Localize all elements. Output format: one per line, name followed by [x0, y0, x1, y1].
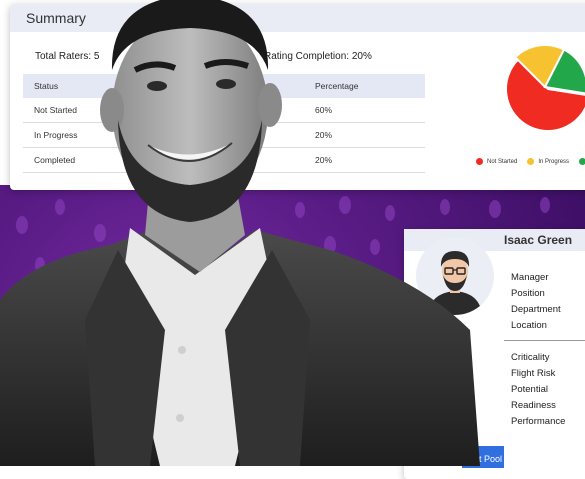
legend-dot-yellow-icon: [527, 158, 535, 165]
legend-label: In Progress: [538, 158, 570, 165]
field-readiness: Readiness: [511, 400, 556, 411]
field-position: Position: [511, 288, 545, 299]
field-criticality: Criticality: [511, 352, 550, 363]
legend-dot-green-icon: [579, 158, 585, 165]
field-performance: Performance: [511, 416, 566, 427]
field-location: Location: [511, 320, 547, 331]
field-manager: Manager: [511, 272, 549, 283]
divider: [504, 340, 585, 341]
field-potential: Potential: [511, 384, 548, 395]
legend-item: In Progress: [527, 158, 569, 165]
man-in-suit-photo: [0, 0, 480, 466]
legend-label: Not Started: [487, 158, 518, 165]
field-flight-risk: Flight Risk: [511, 368, 556, 379]
legend-item: [579, 158, 585, 165]
field-department: Department: [511, 304, 561, 315]
status-pie-chart: [500, 42, 585, 137]
legend-item: Not Started: [476, 158, 517, 165]
pie-legend: Not Started In Progress: [476, 158, 585, 165]
